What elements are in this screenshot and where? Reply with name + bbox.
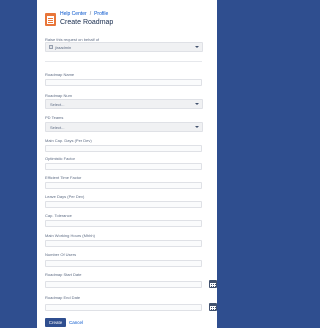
roadmap-start-date-label: Roadmap Start Date <box>45 272 82 277</box>
raise-on-behalf-select[interactable]: jiraadmin <box>45 42 203 52</box>
roadmap-request-icon <box>45 13 56 26</box>
optimistic-factor-input[interactable] <box>45 163 202 170</box>
chevron-down-icon <box>195 46 199 48</box>
page-title: Create Roadmap <box>60 19 114 26</box>
pd-teams-value: Select... <box>50 125 65 130</box>
calendar-icon[interactable] <box>209 280 217 288</box>
efficient-time-factor-input[interactable] <box>45 182 202 189</box>
breadcrumb-profile[interactable]: Profile <box>94 11 108 17</box>
cap-tolerance-input[interactable] <box>45 220 202 227</box>
roadmap-num-select[interactable]: Select... <box>45 99 203 109</box>
optimistic-factor-label: Optimistic Factor <box>45 156 76 161</box>
divider <box>45 61 202 62</box>
pd-teams-select[interactable]: Select... <box>45 122 203 132</box>
user-avatar-icon <box>49 45 53 49</box>
chevron-down-icon <box>195 103 199 105</box>
main-cap-days-label: Main Cap. Days (Per Dev) <box>45 138 92 143</box>
leave-days-input[interactable] <box>45 201 202 208</box>
leave-days-label: Leave Days (Per Dev) <box>45 194 85 199</box>
chevron-down-icon <box>195 126 199 128</box>
main-working-hours-input[interactable] <box>45 240 202 247</box>
efficient-time-factor-label: Efficient Time Factor <box>45 175 82 180</box>
cancel-button[interactable]: Cancel <box>69 318 83 327</box>
roadmap-end-date-label: Roadmap End Date <box>45 295 81 300</box>
calendar-icon[interactable] <box>209 303 217 311</box>
raise-on-behalf-value: jiraadmin <box>55 45 72 50</box>
create-button[interactable]: Create <box>45 318 66 327</box>
roadmap-end-date-input[interactable] <box>45 304 202 311</box>
roadmap-num-value: Select... <box>50 102 65 107</box>
breadcrumb-separator: / <box>89 11 92 17</box>
pd-teams-label: PD Teams <box>45 115 64 120</box>
number-of-users-label: Number Of Users <box>45 252 77 257</box>
cap-tolerance-label: Cap. Tolerance <box>45 213 72 218</box>
roadmap-name-input[interactable] <box>45 79 202 86</box>
roadmap-name-label: Roadmap Name <box>45 72 75 77</box>
form-header: Help Center / Profile Create Roadmap <box>45 11 210 33</box>
main-working-hours-label: Main Working Hours (Mhhh) <box>45 233 95 238</box>
roadmap-num-label: Roadmap Num <box>45 93 72 98</box>
roadmap-start-date-input[interactable] <box>45 281 202 288</box>
breadcrumb-help-center[interactable]: Help Center <box>60 11 87 17</box>
main-cap-days-input[interactable] <box>45 145 202 152</box>
request-form-panel: Help Center / Profile Create Roadmap Raise… <box>37 0 217 328</box>
breadcrumb: Help Center / Profile <box>60 11 108 17</box>
number-of-users-input[interactable] <box>45 260 202 267</box>
